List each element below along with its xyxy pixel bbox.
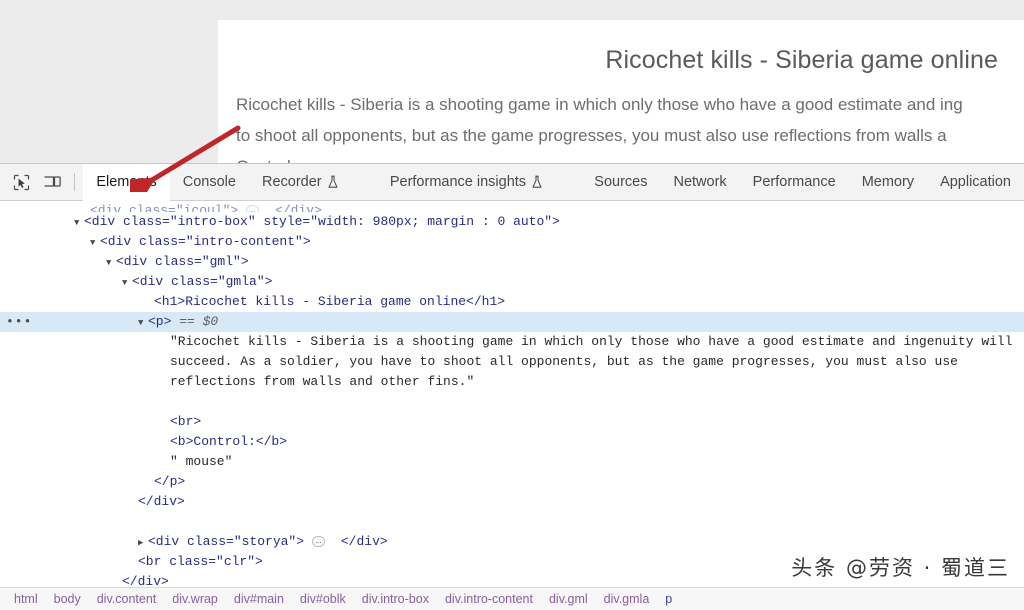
dom-row-text: <div class="gmla">: [132, 274, 273, 289]
dom-row-text: </div>: [138, 494, 185, 509]
experiment-flask-icon: [531, 175, 543, 189]
dom-row-text: </div>: [122, 574, 169, 587]
tab-elements[interactable]: Elements: [83, 163, 171, 202]
twisty-expanded-icon[interactable]: ▼: [90, 233, 100, 253]
dom-row-selected[interactable]: ••• ▼ <p> == $0: [0, 312, 1024, 332]
tab-console[interactable]: Console: [170, 164, 249, 201]
dom-row-text: succeed. As a soldier, you have to shoot…: [170, 354, 958, 369]
watermark: 头条 @劳资 · 蜀道三: [791, 556, 1010, 580]
breadcrumb-item[interactable]: div.wrap: [172, 592, 218, 606]
page-description-line-1: Ricochet kills - Siberia is a shooting g…: [236, 95, 963, 114]
dom-row[interactable]: </p>: [0, 472, 1024, 492]
breadcrumb-item[interactable]: div.content: [97, 592, 157, 606]
experiment-flask-icon: [327, 175, 339, 189]
dom-row-text: <div class="intro-box" style="width: 980…: [84, 214, 560, 229]
dom-row-text: "Ricochet kills - Siberia is a shooting …: [170, 334, 1013, 349]
collapsed-children-icon[interactable]: …: [246, 205, 260, 212]
selected-node-ref: == $0: [179, 314, 219, 329]
breadcrumb-item[interactable]: div.intro-box: [362, 592, 429, 606]
twisty-expanded-icon[interactable]: ▼: [122, 273, 132, 293]
twisty-collapsed-icon[interactable]: ▶: [138, 533, 148, 553]
dom-row-text: <b>Control:</b>: [170, 434, 288, 449]
dom-row[interactable]: succeed. As a soldier, you have to shoot…: [0, 352, 1024, 372]
twisty-expanded-icon[interactable]: ▼: [74, 213, 84, 233]
dom-tree[interactable]: <div class="icoul"> … </div> ▼ <div class=…: [0, 201, 1024, 587]
browser-page-viewport: Ricochet kills - Siberia game online Ric…: [0, 0, 1024, 163]
dom-row[interactable]: ▶ <div class="storya"> … </div>: [0, 532, 1024, 552]
breadcrumb-item[interactable]: div#oblk: [300, 592, 346, 606]
dom-row[interactable]: [0, 512, 1024, 532]
dom-row[interactable]: </div>: [0, 492, 1024, 512]
breadcrumb-item[interactable]: div.intro-content: [445, 592, 533, 606]
dom-row[interactable]: <b>Control:</b>: [0, 432, 1024, 452]
dom-row[interactable]: <div class="icoul"> … </div>: [0, 201, 1024, 212]
page-description-line-2: to shoot all opponents, but as the game …: [236, 126, 947, 145]
dom-row-text: <div class="gml">: [116, 254, 249, 269]
breadcrumb-item[interactable]: p: [665, 592, 672, 606]
row-more-icon[interactable]: •••: [6, 312, 32, 332]
tab-recorder-label: Recorder: [261, 174, 322, 190]
dom-row[interactable]: "Ricochet kills - Siberia is a shooting …: [0, 332, 1024, 352]
tab-network-label: Network: [673, 174, 727, 190]
dom-row-text: <br class="clr">: [138, 554, 263, 569]
dom-row-text: <div class="intro-content">: [100, 234, 311, 249]
tab-application[interactable]: Application: [927, 164, 1024, 201]
toolbar-divider: [74, 173, 76, 191]
inspect-element-icon[interactable]: [8, 169, 35, 195]
tab-performance-insights[interactable]: Performance insights: [377, 164, 556, 201]
tab-memory-label: Memory: [861, 174, 915, 190]
dom-row[interactable]: " mouse": [0, 452, 1024, 472]
tab-memory[interactable]: Memory: [849, 164, 927, 201]
dom-row[interactable]: <h1>Ricochet kills - Siberia game online…: [0, 292, 1024, 312]
breadcrumb-item[interactable]: body: [54, 592, 81, 606]
tab-performance-insights-label: Performance insights: [389, 174, 527, 190]
twisty-expanded-icon[interactable]: ▼: [106, 253, 116, 273]
tab-console-label: Console: [182, 174, 236, 190]
breadcrumb-item[interactable]: div.gmla: [604, 592, 650, 606]
tab-performance[interactable]: Performance: [740, 164, 849, 201]
breadcrumb: html body div.content div.wrap div#main div#o…: [0, 587, 1024, 610]
dom-row[interactable]: [0, 392, 1024, 412]
dom-row-tail: </div>: [275, 203, 322, 212]
twisty-expanded-icon[interactable]: ▼: [138, 313, 148, 333]
collapsed-children-icon[interactable]: …: [311, 536, 326, 547]
dom-row-text: <h1>Ricochet kills - Siberia game online…: [154, 294, 506, 309]
dom-row-text: reflections from walls and other fins.": [170, 374, 475, 389]
dom-row-tail: </div>: [340, 534, 388, 549]
tab-performance-label: Performance: [752, 174, 836, 190]
dom-row-text: </p>: [154, 474, 186, 489]
dom-row[interactable]: ▼ <div class="gmla">: [0, 272, 1024, 292]
dom-row-text: <br>: [170, 414, 202, 429]
dom-row[interactable]: <br>: [0, 412, 1024, 432]
devtools-tabbar: Elements Console Recorder Performance in…: [0, 163, 1024, 202]
dom-row[interactable]: ▼ <div class="intro-content">: [0, 232, 1024, 252]
dom-row-text: <p>: [148, 314, 172, 329]
dom-row-text: " mouse": [170, 454, 233, 469]
tab-sources[interactable]: Sources: [581, 164, 660, 201]
screenshot-root: Ricochet kills - Siberia game online Ric…: [0, 0, 1024, 610]
page-control-line: Control: mouse: [236, 151, 1014, 163]
devtools-panel: Elements Console Recorder Performance in…: [0, 163, 1024, 610]
intro-box: Ricochet kills - Siberia game online Ric…: [218, 20, 1024, 163]
dom-row[interactable]: ▼ <div class="intro-box" style="width: 98…: [0, 212, 1024, 232]
breadcrumb-item[interactable]: div.gml: [549, 592, 588, 606]
tab-recorder[interactable]: Recorder: [249, 164, 352, 201]
breadcrumb-item[interactable]: html: [14, 592, 38, 606]
dom-row-text: <div class="storya">: [148, 534, 305, 549]
tab-sources-label: Sources: [594, 174, 648, 190]
breadcrumb-item[interactable]: div#main: [234, 592, 284, 606]
tab-application-label: Application: [940, 174, 1011, 190]
tab-elements-label: Elements: [96, 174, 157, 190]
dom-row[interactable]: ▼ <div class="gml">: [0, 252, 1024, 272]
dom-row[interactable]: reflections from walls and other fins.": [0, 372, 1024, 392]
tab-network[interactable]: Network: [660, 164, 739, 201]
device-toolbar-icon[interactable]: [39, 169, 66, 195]
dom-row-text: <div class="icoul">: [90, 203, 239, 212]
page-title: Ricochet kills - Siberia game online: [605, 46, 998, 74]
